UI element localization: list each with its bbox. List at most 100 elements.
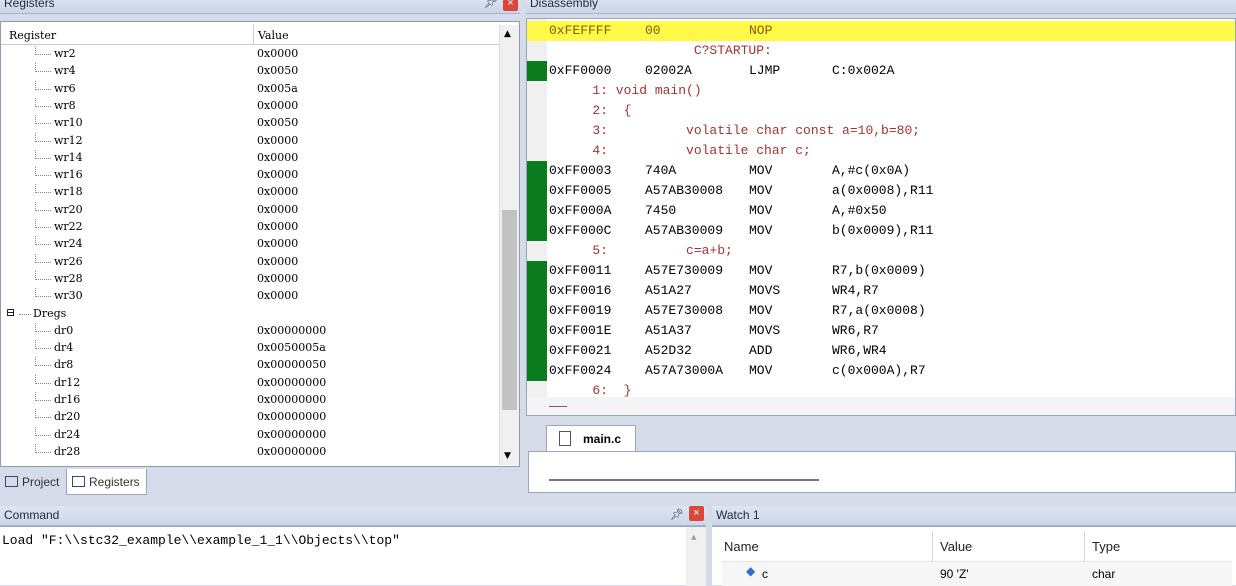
register-row[interactable]: wr22 0x0000: [1, 219, 499, 236]
source-line[interactable]: C?STARTUP:: [527, 41, 1235, 61]
scroll-up-icon[interactable]: ▲: [504, 29, 511, 39]
disassembly-instruction[interactable]: 0xFF0003 740A MOV A,#c(0x0A): [527, 161, 1235, 181]
register-value[interactable]: 0x00000000: [257, 324, 326, 337]
register-value[interactable]: 0x00000000: [257, 445, 326, 458]
register-row[interactable]: wr28 0x0000: [1, 270, 499, 288]
register-row[interactable]: dr4 0x0050005a: [1, 340, 499, 357]
register-row[interactable]: wr8 0x0000: [1, 97, 499, 115]
register-value[interactable]: 0x0050005a: [257, 341, 326, 354]
disassembly-instruction[interactable]: 0xFF0000 02002A LJMP C:0x002A: [527, 61, 1235, 81]
register-row[interactable]: wr12 0x0000: [1, 132, 499, 150]
register-value[interactable]: 0x0050: [257, 116, 298, 129]
register-value[interactable]: 0x00000000: [257, 410, 326, 423]
register-value[interactable]: 0x00000000: [257, 428, 326, 441]
register-value[interactable]: 0x0000: [257, 237, 298, 250]
command-output[interactable]: Load "F:\\stc32_example\\example_1_1\\Ob…: [0, 526, 706, 586]
disassembly-instruction[interactable]: 0xFF0024 A57A73000A MOV c(0x000A),R7: [527, 361, 1235, 381]
tab-registers[interactable]: Registers: [66, 469, 147, 495]
disassembly-instruction[interactable]: 0xFF0011 A57E730009 MOV R7,b(0x0009): [527, 261, 1235, 281]
register-row[interactable]: wr20 0x0000: [1, 201, 499, 219]
column-register[interactable]: Register: [9, 29, 56, 42]
register-value[interactable]: 0x00000000: [257, 376, 326, 389]
instruction-operands: b(0x0009),R11: [832, 223, 934, 238]
register-value[interactable]: 0x00000000: [257, 393, 326, 406]
collapse-icon[interactable]: ⊟: [6, 306, 15, 319]
register-row[interactable]: ⊟ Dregs: [1, 306, 499, 323]
source-line[interactable]: 4: volatile char c;: [527, 141, 1235, 161]
close-icon[interactable]: ×: [503, 0, 518, 11]
register-value[interactable]: 0x00000050: [257, 358, 326, 371]
register-row[interactable]: dr16 0x00000000: [1, 392, 499, 409]
register-row[interactable]: dr20 0x00000000: [1, 409, 499, 426]
column-separator[interactable]: [253, 25, 254, 45]
register-name: dr4: [54, 341, 74, 355]
watch-row[interactable]: [722, 561, 1232, 586]
register-row[interactable]: wr14 0x0000: [1, 149, 499, 167]
pin-icon[interactable]: 📌︎: [670, 506, 684, 524]
source-line[interactable]: 1: void main(): [527, 81, 1235, 101]
disassembly-instruction[interactable]: 0xFF000C A57AB30009 MOV b(0x0009),R11: [527, 221, 1235, 241]
register-value[interactable]: 0x005a: [257, 82, 298, 95]
register-value[interactable]: 0x0000: [257, 134, 298, 147]
command-scrollbar[interactable]: ▲: [686, 527, 706, 586]
register-row[interactable]: dr12 0x00000000: [1, 374, 499, 392]
tab-main-c[interactable]: main.c: [546, 425, 636, 451]
disassembly-instruction[interactable]: 0xFF0021 A52D32 ADD WR6,WR4: [527, 341, 1235, 361]
register-row[interactable]: dr8 0x00000050: [1, 357, 499, 374]
register-row[interactable]: dr0 0x00000000: [1, 322, 499, 340]
watch-col-type[interactable]: Type: [1092, 539, 1120, 554]
register-value[interactable]: 0x0000: [257, 99, 298, 112]
register-row[interactable]: wr4 0x0050: [1, 63, 499, 80]
source-line[interactable]: 2: {: [527, 101, 1235, 121]
register-row[interactable]: dr24 0x00000000: [1, 426, 499, 444]
watch-row-value[interactable]: 90 'Z': [940, 567, 969, 581]
register-row[interactable]: wr18 0x0000: [1, 184, 499, 201]
register-value[interactable]: 0x0000: [257, 47, 298, 60]
source-line[interactable]: 3: volatile char const a=10,b=80;: [527, 121, 1235, 141]
pin-icon[interactable]: 📌︎: [484, 0, 498, 10]
register-row[interactable]: wr16 0x0000: [1, 167, 499, 184]
register-value[interactable]: 0x0000: [257, 151, 298, 164]
disassembly-instruction[interactable]: 0xFF000A 7450 MOV A,#0x50: [527, 201, 1235, 221]
register-value[interactable]: 0x0050: [257, 64, 298, 77]
scroll-down-icon[interactable]: ▼: [504, 451, 511, 461]
source-line[interactable]: 5: c=a+b;: [527, 241, 1235, 261]
disassembly-view[interactable]: 0xFEFFFF 00 NOP C?STARTUP: 0xFF0000 02002A LJ…: [526, 18, 1236, 416]
register-row[interactable]: wr26 0x0000: [1, 253, 499, 271]
coverage-marker: [527, 341, 547, 361]
disassembly-instruction[interactable]: 0xFF0019 A57E730008 MOV R7,a(0x0008): [527, 301, 1235, 321]
registers-scrollbar[interactable]: ▲ ▼: [499, 25, 519, 465]
scroll-up-icon[interactable]: ▲: [691, 533, 696, 543]
register-value[interactable]: 0x0000: [257, 185, 298, 198]
source-editor-area: main.c: [526, 418, 1236, 498]
watch-col-name[interactable]: Name: [724, 539, 759, 554]
register-value[interactable]: 0x0000: [257, 168, 298, 181]
register-value[interactable]: 0x0000: [257, 220, 298, 233]
scroll-thumb[interactable]: [502, 210, 517, 410]
disassembly-instruction[interactable]: 0xFF0016 A51A27 MOVS WR4,R7: [527, 281, 1235, 301]
register-row[interactable]: wr6 0x005a: [1, 80, 499, 98]
column-separator[interactable]: [932, 531, 933, 561]
register-row[interactable]: wr24 0x0000: [1, 236, 499, 253]
editor-hscroll[interactable]: [549, 479, 819, 481]
instruction-address: 0xFF001E: [549, 323, 612, 338]
register-row[interactable]: dr28 0x00000000: [1, 443, 499, 461]
disassembly-instruction[interactable]: 0xFEFFFF 00 NOP: [527, 21, 1235, 41]
disassembly-instruction[interactable]: 0xFF001E A51A37 MOVS WR6,R7: [527, 321, 1235, 341]
watch-col-value[interactable]: Value: [940, 539, 972, 554]
column-value[interactable]: Value: [258, 29, 289, 42]
source-editor[interactable]: [528, 451, 1236, 493]
registers-tree: Register Value wr2 0x0000 wr4 0x0050 wr6 0x00…: [0, 21, 520, 467]
register-row[interactable]: wr10 0x0050: [1, 115, 499, 132]
column-separator[interactable]: [1084, 531, 1085, 561]
register-value[interactable]: 0x0000: [257, 272, 298, 285]
register-row[interactable]: wr2 0x0000: [1, 46, 499, 63]
close-icon[interactable]: ×: [689, 506, 704, 521]
register-value[interactable]: 0x0000: [257, 255, 298, 268]
register-row[interactable]: wr30 0x0000: [1, 288, 499, 305]
disassembly-hscroll[interactable]: [527, 397, 1235, 415]
tab-project[interactable]: Project: [0, 469, 65, 495]
register-value[interactable]: 0x0000: [257, 289, 298, 302]
disassembly-instruction[interactable]: 0xFF0005 A57AB30008 MOV a(0x0008),R11: [527, 181, 1235, 201]
register-value[interactable]: 0x0000: [257, 203, 298, 216]
